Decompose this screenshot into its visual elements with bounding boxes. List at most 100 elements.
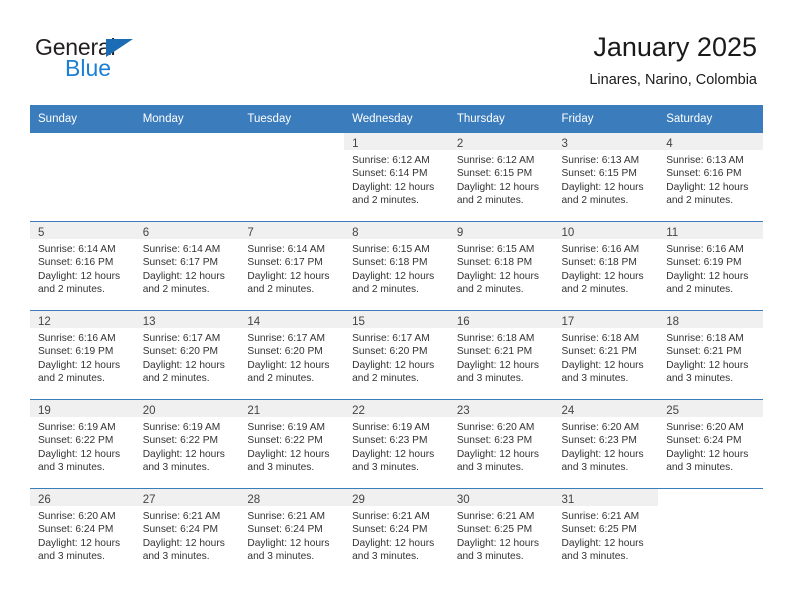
day-cell-16[interactable]: 16 Sunrise: 6:18 AM Sunset: 6:21 PM Dayligh… — [448, 311, 554, 399]
day-number-band: 26 — [30, 489, 135, 506]
day-cell-23[interactable]: 23 Sunrise: 6:20 AM Sunset: 6:23 PM Dayligh… — [448, 400, 554, 488]
day-detail-line: Daylight: 12 hours — [247, 270, 330, 282]
day-detail-line: Sunset: 6:17 PM — [247, 257, 323, 269]
day-detail-line: Sunset: 6:18 PM — [456, 257, 533, 269]
day-detail-line: Sunrise: 6:15 AM — [456, 244, 535, 255]
calendar-week-row: 1 Sunrise: 6:12 AM Sunset: 6:14 PM Daylight… — [30, 133, 763, 222]
day-detail-line: Sunrise: 6:14 AM — [142, 244, 221, 255]
day-detail-line: Daylight: 12 hours — [352, 537, 435, 549]
day-number: 23 — [456, 405, 470, 417]
day-number-band: 17 — [553, 311, 659, 328]
day-number: 25 — [666, 405, 680, 417]
day-detail-line: and 2 minutes. — [561, 284, 629, 296]
day-detail-line: and 3 minutes. — [561, 373, 629, 385]
day-number: 14 — [247, 316, 261, 328]
day-cell-22[interactable]: 22 Sunrise: 6:19 AM Sunset: 6:23 PM Dayligh… — [344, 400, 449, 488]
day-cell-3[interactable]: 3 Sunrise: 6:13 AM Sunset: 6:15 PM Daylight… — [553, 133, 659, 221]
day-cell-6[interactable]: 6 Sunrise: 6:14 AM Sunset: 6:17 PM Daylight… — [134, 222, 240, 310]
day-cell-4[interactable]: 4 Sunrise: 6:13 AM Sunset: 6:16 PM Daylight… — [658, 133, 763, 221]
page-title: January 2025 — [593, 32, 757, 62]
calendar-day-cell: 3 Sunrise: 6:13 AM Sunset: 6:15 PM Daylight… — [553, 133, 659, 222]
day-detail-lines: Sunrise: 6:19 AM Sunset: 6:22 PM Daylight:… — [135, 417, 240, 475]
calendar-header-row-group: Sunday Monday Tuesday Wednesday Thursday… — [30, 105, 763, 133]
day-number: 4 — [666, 138, 673, 150]
day-cell-1[interactable]: 1 Sunrise: 6:12 AM Sunset: 6:14 PM Daylight… — [344, 133, 449, 221]
weekday-header-saturday: Saturday — [658, 105, 763, 133]
day-detail-line: and 3 minutes. — [561, 551, 629, 563]
day-cell-18[interactable]: 18 Sunrise: 6:18 AM Sunset: 6:21 PM Dayligh… — [658, 311, 763, 399]
day-cell-15[interactable]: 15 Sunrise: 6:17 AM Sunset: 6:20 PM Dayligh… — [344, 311, 449, 399]
day-cell-20[interactable]: 20 Sunrise: 6:19 AM Sunset: 6:22 PM Dayligh… — [134, 400, 240, 488]
day-cell-19[interactable]: 19 Sunrise: 6:19 AM Sunset: 6:22 PM Dayligh… — [30, 400, 135, 488]
day-detail-line: Sunrise: 6:14 AM — [38, 244, 116, 255]
day-number: 27 — [142, 494, 156, 506]
day-detail-line: Daylight: 12 hours — [352, 448, 435, 460]
day-cell-7[interactable]: 7 Sunrise: 6:14 AM Sunset: 6:17 PM Daylight… — [239, 222, 345, 310]
day-cell-13[interactable]: 13 Sunrise: 6:17 AM Sunset: 6:20 PM Dayligh… — [134, 311, 240, 399]
day-cell-31[interactable]: 31 Sunrise: 6:21 AM Sunset: 6:25 PM Dayligh… — [553, 489, 659, 577]
day-cell-24[interactable]: 24 Sunrise: 6:20 AM Sunset: 6:23 PM Dayligh… — [553, 400, 659, 488]
day-number: 6 — [142, 227, 150, 239]
day-cell-28[interactable]: 28 Sunrise: 6:21 AM Sunset: 6:24 PM Dayligh… — [239, 489, 345, 577]
day-cell-5[interactable]: 5 Sunrise: 6:14 AM Sunset: 6:16 PM Daylight… — [30, 222, 135, 310]
day-detail-line: Sunrise: 6:18 AM — [456, 333, 535, 344]
day-detail-line: Daylight: 12 hours — [247, 537, 330, 549]
day-detail-line: Sunrise: 6:18 AM — [561, 333, 640, 344]
day-cell-26[interactable]: 26 Sunrise: 6:20 AM Sunset: 6:24 PM Dayligh… — [30, 489, 135, 577]
day-detail-line: and 3 minutes. — [142, 462, 210, 474]
day-detail-line: Sunrise: 6:21 AM — [247, 511, 325, 522]
day-cell-8[interactable]: 8 Sunrise: 6:15 AM Sunset: 6:18 PM Daylight… — [344, 222, 449, 310]
day-detail-lines: Sunrise: 6:19 AM Sunset: 6:22 PM Daylight:… — [30, 417, 135, 475]
day-detail-line: Sunset: 6:15 PM — [561, 168, 637, 180]
day-detail-line: Sunrise: 6:17 AM — [247, 333, 325, 344]
day-detail-line: and 2 minutes. — [247, 373, 315, 385]
day-detail-lines: Sunrise: 6:14 AM Sunset: 6:16 PM Daylight:… — [30, 239, 135, 297]
day-detail-line: Sunrise: 6:14 AM — [247, 244, 325, 255]
day-cell-10[interactable]: 10 Sunrise: 6:16 AM Sunset: 6:18 PM Dayligh… — [553, 222, 659, 310]
day-detail-line: Sunrise: 6:19 AM — [142, 422, 221, 433]
day-number-band: 18 — [658, 311, 763, 328]
calendar-day-cell: 12 Sunrise: 6:16 AM Sunset: 6:19 PM Dayligh… — [30, 310, 135, 400]
day-cell-17[interactable]: 17 Sunrise: 6:18 AM Sunset: 6:21 PM Dayligh… — [553, 311, 659, 399]
day-cell-12[interactable]: 12 Sunrise: 6:16 AM Sunset: 6:19 PM Dayligh… — [30, 311, 135, 399]
day-detail-line: and 2 minutes. — [142, 373, 210, 385]
calendar-day-cell: 9 Sunrise: 6:15 AM Sunset: 6:18 PM Daylight… — [448, 221, 554, 311]
day-cell-21[interactable]: 21 Sunrise: 6:19 AM Sunset: 6:22 PM Dayligh… — [239, 400, 345, 488]
day-cell-2[interactable]: 2 Sunrise: 6:12 AM Sunset: 6:15 PM Daylight… — [448, 133, 554, 221]
day-detail-line: Sunrise: 6:16 AM — [666, 244, 744, 255]
day-number-band: 14 — [239, 311, 345, 328]
day-cell-9[interactable]: 9 Sunrise: 6:15 AM Sunset: 6:18 PM Daylight… — [448, 222, 554, 310]
day-detail-lines: Sunrise: 6:17 AM Sunset: 6:20 PM Daylight:… — [239, 328, 344, 386]
day-cell-27[interactable]: 27 Sunrise: 6:21 AM Sunset: 6:24 PM Dayligh… — [134, 489, 240, 577]
day-detail-line: and 3 minutes. — [456, 551, 524, 563]
day-detail-line: Sunset: 6:20 PM — [142, 346, 219, 358]
day-number-band: 23 — [448, 400, 554, 417]
day-detail-line: Daylight: 12 hours — [38, 359, 121, 371]
day-detail-line: Daylight: 12 hours — [247, 359, 330, 371]
day-number-band: 25 — [658, 400, 763, 417]
calendar-day-cell: 30 Sunrise: 6:21 AM Sunset: 6:25 PM Dayligh… — [448, 488, 554, 577]
day-cell-30[interactable]: 30 Sunrise: 6:21 AM Sunset: 6:25 PM Dayligh… — [448, 489, 554, 577]
day-cell-29[interactable]: 29 Sunrise: 6:21 AM Sunset: 6:24 PM Dayligh… — [344, 489, 449, 577]
day-detail-line: Sunset: 6:24 PM — [352, 524, 428, 536]
general-blue-logo[interactable]: General Blue — [35, 34, 255, 90]
day-cell-14[interactable]: 14 Sunrise: 6:17 AM Sunset: 6:20 PM Dayligh… — [239, 311, 345, 399]
day-number: 28 — [247, 494, 261, 506]
weekday-header-sunday: Sunday — [30, 105, 135, 133]
day-cell-blank — [658, 489, 763, 577]
day-detail-line: Sunrise: 6:17 AM — [142, 333, 221, 344]
day-number-band: 21 — [239, 400, 345, 417]
calendar-day-cell: 11 Sunrise: 6:16 AM Sunset: 6:19 PM Dayligh… — [658, 221, 763, 311]
day-detail-line: Sunrise: 6:20 AM — [561, 422, 640, 433]
day-cell-11[interactable]: 11 Sunrise: 6:16 AM Sunset: 6:19 PM Dayligh… — [658, 222, 763, 310]
day-detail-lines: Sunrise: 6:16 AM Sunset: 6:18 PM Daylight:… — [554, 239, 659, 297]
calendar-day-cell: 27 Sunrise: 6:21 AM Sunset: 6:24 PM Dayligh… — [134, 488, 240, 577]
day-detail-line: Daylight: 12 hours — [38, 270, 121, 282]
day-detail-line: and 2 minutes. — [666, 195, 734, 207]
day-cell-25[interactable]: 25 Sunrise: 6:20 AM Sunset: 6:24 PM Dayligh… — [658, 400, 763, 488]
day-number-band: 30 — [448, 489, 554, 506]
weekday-header-monday: Monday — [134, 105, 240, 133]
calendar-day-cell: 19 Sunrise: 6:19 AM Sunset: 6:22 PM Dayligh… — [30, 399, 135, 489]
day-detail-lines: Sunrise: 6:18 AM Sunset: 6:21 PM Daylight:… — [554, 328, 659, 386]
day-number-band — [30, 133, 135, 150]
